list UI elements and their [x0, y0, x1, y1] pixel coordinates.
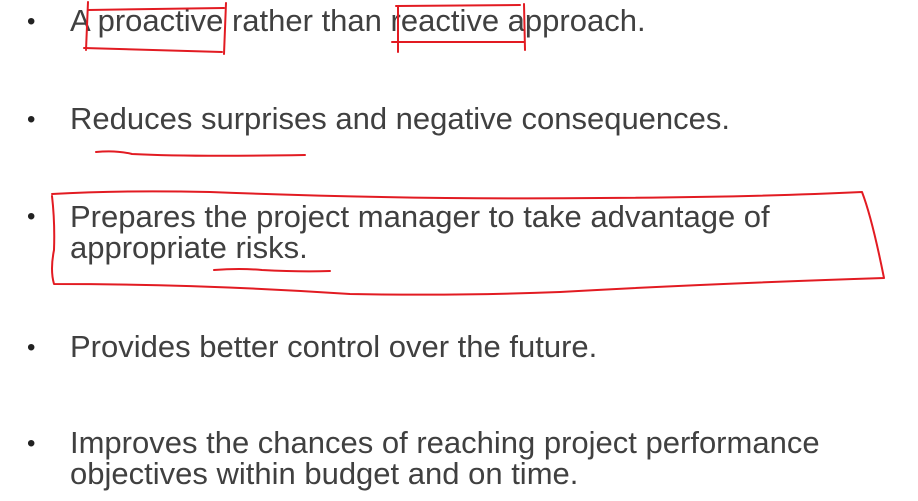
annotation-underline-surprises: [95, 150, 306, 157]
bullet-marker: •: [27, 203, 36, 230]
bullet-item-1: A proactive rather than reactive approac…: [70, 3, 646, 38]
bullet-item-5-line-2: objectives within budget and on time.: [70, 456, 579, 491]
annotation-underline-risks: [213, 268, 331, 273]
bullet-item-5-line-1: Improves the chances of reaching project…: [70, 425, 820, 460]
bullet-marker: •: [27, 106, 36, 133]
bullet-marker: •: [27, 334, 36, 361]
bullet-marker: •: [27, 8, 36, 35]
bullet-item-4: Provides better control over the future.: [70, 329, 598, 364]
slide: • A proactive rather than reactive appro…: [0, 0, 918, 501]
bullet-item-3-line-1: Prepares the project manager to take adv…: [70, 199, 770, 234]
bullet-marker: •: [27, 430, 36, 457]
bullet-item-3-line-2: appropriate risks.: [70, 230, 308, 265]
bullet-item-2: Reduces surprises and negative consequen…: [70, 101, 731, 136]
